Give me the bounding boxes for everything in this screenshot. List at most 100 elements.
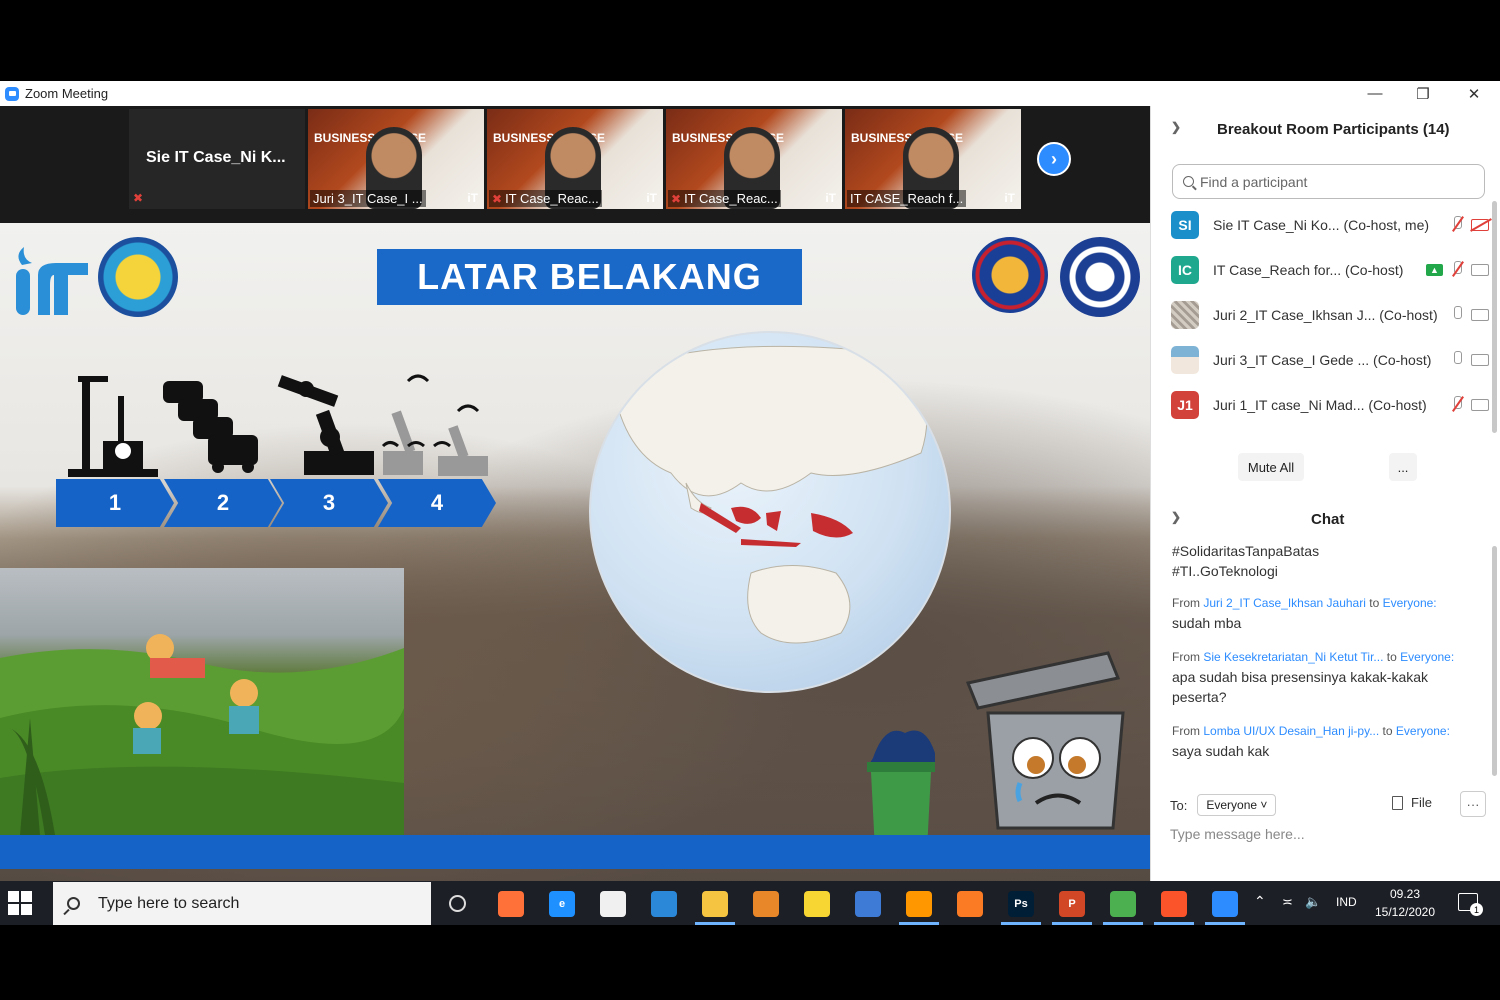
participants-header[interactable]: ❯ Breakout Room Participants (14) bbox=[1151, 118, 1500, 142]
clock[interactable]: 09.23 15/12/2020 bbox=[1370, 885, 1440, 921]
avatar bbox=[1171, 301, 1199, 329]
chat-message: #SolidaritasTanpaBatas #TI..GoTeknologi bbox=[1172, 543, 1320, 579]
participant-name: Sie IT Case_Ni Ko... (Co-host, me) bbox=[1213, 217, 1430, 233]
powerpoint-icon[interactable]: P bbox=[1052, 891, 1092, 925]
camera-icon[interactable] bbox=[1471, 398, 1489, 411]
message-text: saya sudah kak bbox=[1172, 743, 1270, 759]
zoom-window: Zoom Meeting — ❐ ✕ Sie IT Case_Ni K... ✖… bbox=[0, 81, 1500, 881]
camera-icon[interactable] bbox=[1471, 353, 1489, 366]
firefox-icon[interactable] bbox=[498, 891, 524, 917]
zoom-logo-icon bbox=[5, 86, 19, 101]
chat-message: From Juri 2_IT Case_Ikhsan Jauhari to Ev… bbox=[1172, 593, 1484, 633]
tile-name: Juri 3_IT Case_I ... bbox=[310, 190, 426, 207]
participant-name: Juri 2_IT Case_Ikhsan J... (Co-host) bbox=[1213, 307, 1438, 323]
speaker-icon[interactable]: 🔈 bbox=[1305, 894, 1321, 910]
more-options-button[interactable]: ... bbox=[1389, 453, 1417, 481]
participant-row[interactable]: IC IT Case_Reach for... (Co-host) ▲ bbox=[1171, 255, 1489, 285]
cortana-icon[interactable] bbox=[449, 895, 466, 912]
message-sender[interactable]: Juri 2_IT Case_Ikhsan Jauhari bbox=[1203, 596, 1366, 610]
photoshop-icon[interactable]: Ps bbox=[1001, 891, 1041, 925]
slide-title: LATAR BELAKANG bbox=[377, 249, 802, 305]
department-logo-icon bbox=[972, 237, 1048, 313]
mic-muted-icon: ✖ bbox=[671, 192, 682, 206]
participant-row[interactable]: J1 Juri 1_IT case_Ni Mad... (Co-host) bbox=[1171, 390, 1489, 420]
video-tile-active-speaker[interactable]: BUSINESS IT CASE iT IT CASE_Reach f... bbox=[845, 109, 1021, 209]
mic-muted-icon[interactable] bbox=[1451, 396, 1463, 413]
mic-icon[interactable] bbox=[1451, 306, 1463, 323]
camera-icon[interactable] bbox=[1471, 308, 1489, 321]
video-tile[interactable]: BUSINESS IT CASE iT Juri 3_IT Case_I ... bbox=[308, 109, 484, 209]
rice-field-illustration bbox=[0, 568, 404, 835]
participant-row[interactable]: Juri 2_IT Case_Ikhsan J... (Co-host) bbox=[1171, 300, 1489, 330]
tile-name: ✖ IT Case_Reac... bbox=[489, 190, 602, 207]
it-logo-icon: iT bbox=[646, 191, 657, 205]
camera-icon[interactable] bbox=[1471, 263, 1489, 276]
chat-header[interactable]: ❯ Chat bbox=[1151, 508, 1500, 532]
step-3: 3 bbox=[270, 479, 388, 527]
step-4: 4 bbox=[378, 479, 496, 527]
avatar bbox=[1171, 346, 1199, 374]
industry-evolution-icons bbox=[68, 374, 488, 477]
recipient-select[interactable]: Everyone ˅ bbox=[1197, 794, 1277, 816]
file-button[interactable]: File bbox=[1392, 795, 1432, 810]
zoom-icon[interactable] bbox=[1205, 891, 1245, 925]
it-logo-icon: iT bbox=[467, 191, 478, 205]
participant-name: Juri 1_IT case_Ni Mad... (Co-host) bbox=[1213, 397, 1427, 413]
slide-footer-bar bbox=[0, 835, 1150, 869]
camera-off-icon[interactable] bbox=[1471, 218, 1489, 231]
mute-all-button[interactable]: Mute All bbox=[1238, 453, 1304, 481]
taskbar-search-input[interactable]: Type here to search bbox=[53, 882, 431, 925]
wifi-icon[interactable]: ≍ bbox=[1282, 894, 1293, 910]
avatar: IC bbox=[1171, 256, 1199, 284]
media-player-icon[interactable] bbox=[753, 891, 779, 917]
message-text: sudah mba bbox=[1172, 615, 1242, 631]
xampp-icon[interactable] bbox=[957, 891, 983, 917]
message-text: apa sudah bisa presensinya kakak-kakak p… bbox=[1172, 669, 1429, 705]
app-icon[interactable] bbox=[855, 891, 881, 917]
chevron-up-icon[interactable]: ⌃ bbox=[1254, 893, 1266, 910]
notification-icon[interactable]: 1 bbox=[1458, 893, 1483, 916]
share-screen-icon: ▲ bbox=[1426, 263, 1443, 276]
it-logo-icon: iT bbox=[1004, 191, 1015, 205]
chat-scrollbar[interactable] bbox=[1492, 546, 1497, 776]
mic-muted-icon[interactable] bbox=[1451, 216, 1463, 233]
minimize-button[interactable]: — bbox=[1352, 81, 1398, 106]
sublime-text-icon[interactable] bbox=[899, 891, 939, 925]
search-icon bbox=[67, 897, 80, 910]
mail-icon[interactable] bbox=[651, 891, 677, 917]
chevron-down-icon[interactable]: ❯ bbox=[1171, 510, 1181, 524]
window-title: Zoom Meeting bbox=[25, 86, 109, 101]
iot-robots-icon bbox=[381, 374, 488, 476]
close-button[interactable]: ✕ bbox=[1451, 81, 1497, 106]
restore-button[interactable]: ❐ bbox=[1400, 81, 1446, 106]
participants-scrollbar[interactable] bbox=[1492, 201, 1497, 433]
mic-icon[interactable] bbox=[1451, 351, 1463, 368]
chat-more-button[interactable]: ··· bbox=[1460, 791, 1486, 817]
search-icon bbox=[1183, 176, 1194, 187]
windows-start-icon[interactable] bbox=[8, 891, 34, 917]
message-sender[interactable]: Sie Kesekretariatan_Ni Ketut Tir... bbox=[1203, 650, 1383, 664]
chrome-icon[interactable] bbox=[1103, 891, 1143, 925]
mic-muted-icon[interactable] bbox=[1451, 261, 1463, 278]
video-tile[interactable]: BUSINESS IT CASE iT ✖ IT Case_Reac... bbox=[666, 109, 842, 209]
participant-row[interactable]: SI Sie IT Case_Ni Ko... (Co-host, me) bbox=[1171, 210, 1489, 240]
find-participant-input[interactable]: Find a participant bbox=[1172, 164, 1485, 199]
video-tile[interactable]: Sie IT Case_Ni K... ✖ bbox=[129, 109, 305, 209]
message-sender[interactable]: Lomba UI/UX Desain_Han ji-py... bbox=[1203, 724, 1379, 738]
next-page-arrow-icon[interactable]: › bbox=[1037, 142, 1071, 176]
internet-explorer-icon[interactable]: e bbox=[549, 891, 575, 917]
side-panel: ❯ Breakout Room Participants (14) Find a… bbox=[1150, 106, 1500, 881]
video-tile[interactable]: BUSINESS IT CASE iT ✖ IT Case_Reac... bbox=[487, 109, 663, 209]
step-1: 1 bbox=[56, 479, 174, 527]
language-indicator[interactable]: IND bbox=[1336, 895, 1357, 909]
chevron-down-icon[interactable]: ❯ bbox=[1171, 120, 1181, 134]
file-explorer-icon[interactable] bbox=[695, 891, 735, 925]
brave-icon[interactable] bbox=[1154, 891, 1194, 925]
video-strip: Sie IT Case_Ni K... ✖ BUSINESS IT CASE i… bbox=[0, 106, 1150, 223]
store-icon[interactable] bbox=[600, 891, 626, 917]
sad-trash-can-icon bbox=[965, 651, 1125, 830]
sticky-notes-icon[interactable] bbox=[804, 891, 830, 917]
participant-row[interactable]: Juri 3_IT Case_I Gede ... (Co-host) bbox=[1171, 345, 1489, 375]
chat-message-input[interactable]: Type message here... bbox=[1170, 826, 1470, 842]
step-2: 2 bbox=[164, 479, 282, 527]
